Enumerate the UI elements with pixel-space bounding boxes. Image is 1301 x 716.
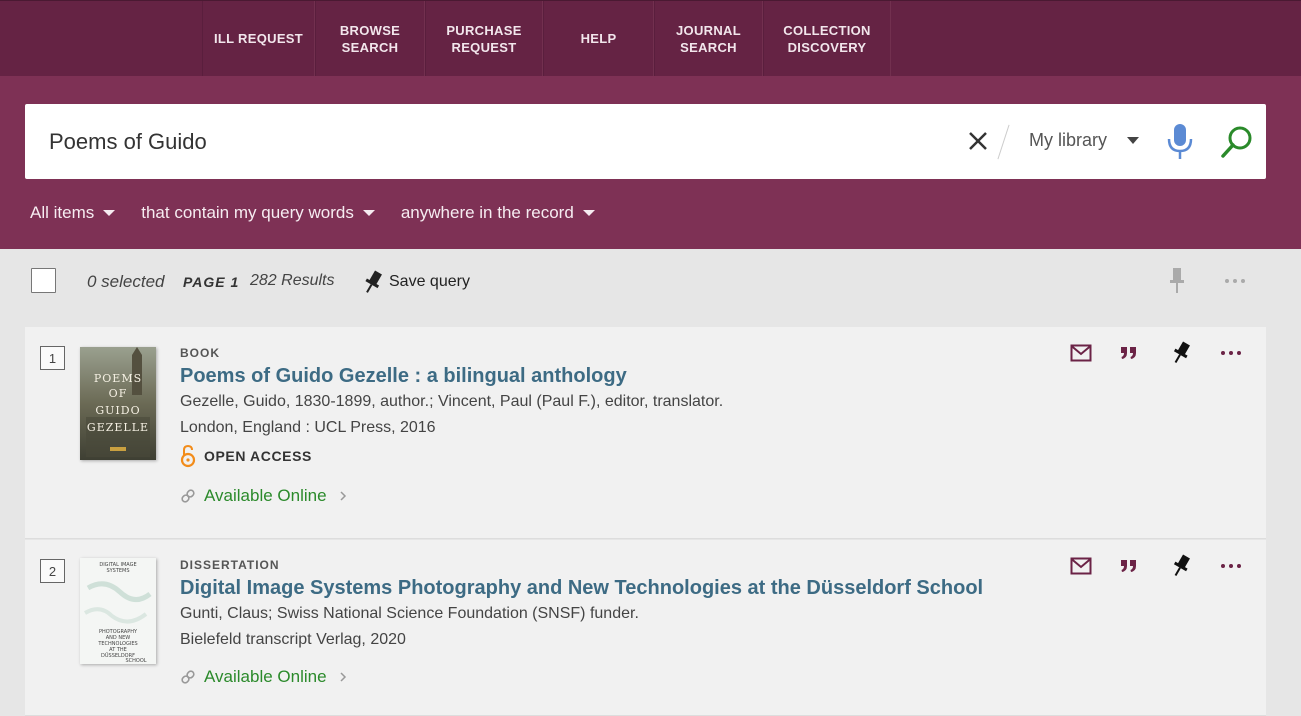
svg-text:POEMS: POEMS (94, 372, 142, 385)
save-query-button[interactable]: Save query (362, 269, 470, 295)
search-icon (1221, 126, 1252, 158)
result-index[interactable]: 1 (40, 346, 65, 370)
search-filters: All items that contain my query words an… (30, 203, 621, 223)
nav-collection-discovery[interactable]: COLLECTION DISCOVERY (763, 1, 891, 76)
cover-image: POEMS OF GUIDO GEZELLE (80, 347, 156, 460)
quote-icon (1121, 560, 1136, 572)
result-type: DISSERTATION (180, 558, 280, 572)
email-button[interactable] (1070, 554, 1120, 578)
search-submit-button[interactable] (1219, 124, 1255, 160)
pin-item-button[interactable] (1170, 341, 1220, 365)
filter-field[interactable]: anywhere in the record (401, 203, 595, 223)
book-cover-thumbnail[interactable]: DIGITAL IMAGE SYSTEMS PHOTOGRAPHY AND NE… (80, 558, 156, 664)
result-item: 2 DIGITAL IMAGE SYSTEMS PHOTOGRAPHY AND … (25, 540, 1266, 716)
select-all-checkbox[interactable] (31, 268, 56, 293)
pin-icon (1173, 341, 1190, 364)
divider (997, 124, 1010, 160)
book-cover-thumbnail[interactable]: POEMS OF GUIDO GEZELLE (80, 347, 156, 460)
result-actions (1070, 554, 1270, 578)
svg-text:GUIDO: GUIDO (95, 404, 140, 417)
nav-list: ILL REQUEST BROWSE SEARCH PURCHASE REQUE… (202, 1, 891, 76)
pin-icon (1170, 268, 1184, 293)
svg-text:SCHOOL: SCHOOL (125, 658, 146, 664)
result-actions (1070, 341, 1270, 365)
chevron-down-icon (362, 210, 375, 216)
link-icon (181, 670, 195, 684)
pin-icon (365, 270, 382, 293)
result-authors: Gunti, Claus; Swiss National Science Fou… (180, 605, 639, 622)
citation-button[interactable] (1120, 554, 1170, 578)
pinned-items-button[interactable] (1166, 266, 1188, 294)
nav-purchase-request[interactable]: PURCHASE REQUEST (425, 1, 543, 76)
svg-text:SYSTEMS: SYSTEMS (106, 568, 129, 574)
available-online-link[interactable]: Available Online (180, 667, 347, 687)
more-actions-button[interactable] (1220, 341, 1270, 365)
more-options-button[interactable] (1222, 271, 1248, 291)
more-actions-button[interactable] (1220, 554, 1270, 578)
search-section: My library All items that contain my que… (0, 76, 1301, 249)
open-access-label: OPEN ACCESS (204, 448, 312, 464)
chevron-down-icon[interactable] (1127, 137, 1139, 144)
save-query-label: Save query (389, 273, 470, 290)
top-navigation: ILL REQUEST BROWSE SEARCH PURCHASE REQUE… (0, 0, 1301, 76)
selected-count: 0 selected (87, 272, 165, 291)
clear-search-button[interactable] (963, 126, 993, 156)
result-index[interactable]: 2 (40, 559, 65, 583)
nav-browse-search[interactable]: BROWSE SEARCH (315, 1, 425, 76)
voice-search-button[interactable] (1165, 122, 1195, 162)
microphone-icon (1167, 124, 1193, 159)
nav-journal-search[interactable]: JOURNAL SEARCH (654, 1, 763, 76)
filter-label: that contain my query words (141, 203, 354, 222)
available-online-link[interactable]: Available Online (180, 486, 347, 506)
chevron-right-icon (340, 491, 346, 501)
svg-text:GEZELLE: GEZELLE (87, 421, 149, 434)
envelope-icon (1070, 344, 1092, 362)
filter-label: anywhere in the record (400, 203, 574, 222)
link-icon (181, 489, 195, 503)
result-title-link[interactable]: Digital Image Systems Photography and Ne… (180, 577, 983, 600)
availability-label: Available Online (204, 486, 327, 505)
nav-ill-request[interactable]: ILL REQUEST (202, 1, 315, 76)
results-toolbar: 0 selected PAGE 1 282 Results Save query (0, 249, 1301, 315)
chevron-down-icon (582, 210, 595, 216)
close-icon (969, 132, 987, 150)
result-title-link[interactable]: Poems of Guido Gezelle : a bilingual ant… (180, 365, 627, 388)
search-box: My library (25, 104, 1266, 179)
email-button[interactable] (1070, 341, 1120, 365)
ellipsis-icon (1221, 351, 1241, 355)
open-lock-icon (180, 444, 196, 468)
result-publication: London, England : UCL Press, 2016 (180, 419, 436, 436)
cover-image: DIGITAL IMAGE SYSTEMS PHOTOGRAPHY AND NE… (80, 558, 156, 664)
pin-item-button[interactable] (1170, 554, 1220, 578)
result-type: BOOK (180, 346, 220, 360)
availability-label: Available Online (204, 667, 327, 686)
page-indicator: PAGE 1 (183, 274, 240, 290)
chevron-down-icon (103, 210, 116, 216)
citation-button[interactable] (1120, 341, 1170, 365)
nav-help[interactable]: HELP (543, 1, 654, 76)
results-count: 282 Results (250, 272, 335, 289)
filter-material-type[interactable]: All items (30, 203, 116, 223)
filter-label: All items (30, 203, 95, 222)
envelope-icon (1070, 557, 1092, 575)
ellipsis-icon (1225, 279, 1245, 283)
result-item: 1 POEMS OF GUIDO GEZELLE BOOK Poems of G… (25, 327, 1266, 539)
chevron-right-icon (340, 672, 346, 682)
search-input[interactable] (49, 122, 929, 162)
svg-text:OF: OF (109, 387, 128, 400)
filter-precision[interactable]: that contain my query words (141, 203, 375, 223)
quote-icon (1121, 347, 1136, 359)
result-publication: Bielefeld transcript Verlag, 2020 (180, 631, 406, 648)
open-access-badge: OPEN ACCESS (180, 444, 312, 468)
pin-icon (1173, 554, 1190, 577)
ellipsis-icon (1221, 564, 1241, 568)
search-scope-select[interactable]: My library (1029, 130, 1107, 151)
result-authors: Gezelle, Guido, 1830-1899, author.; Vinc… (180, 393, 724, 410)
